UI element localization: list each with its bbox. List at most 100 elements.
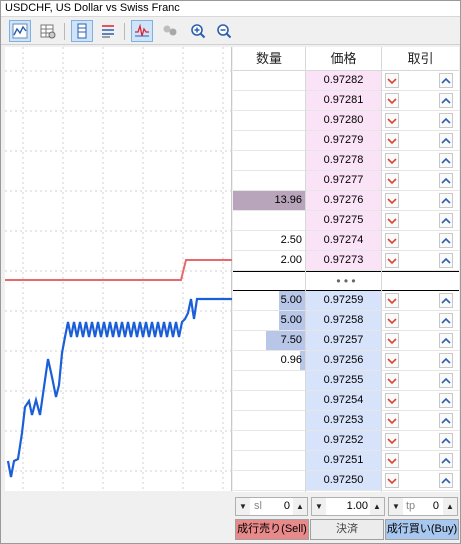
buy-limit-button[interactable]: [439, 253, 453, 268]
order-list-icon[interactable]: [97, 20, 119, 42]
sell-limit-button[interactable]: [385, 333, 399, 348]
sell-button[interactable]: 成行売り(Sell): [235, 519, 309, 540]
sl-spinbox[interactable]: ▼ sl 0 ▲: [235, 497, 308, 516]
chart-line-icon[interactable]: [9, 20, 31, 42]
bid-price: 0.97258: [306, 311, 381, 330]
tick-chart-icon[interactable]: [131, 20, 153, 42]
buy-limit-button[interactable]: [439, 413, 453, 428]
tp-increase-button[interactable]: ▲: [443, 498, 457, 515]
sell-limit-button[interactable]: [385, 173, 399, 188]
chevron-up-icon: [441, 397, 451, 404]
chevron-down-icon: [387, 77, 397, 84]
bid-price: 0.97256: [306, 351, 381, 370]
chevron-down-icon: [387, 357, 397, 364]
sl-value[interactable]: 0: [276, 498, 290, 515]
sell-limit-button[interactable]: [385, 253, 399, 268]
ask-row: 2.50 0.97274: [233, 231, 459, 251]
buy-limit-button[interactable]: [439, 193, 453, 208]
toolbar: [1, 18, 460, 45]
sell-limit-button[interactable]: [385, 373, 399, 388]
buy-button[interactable]: 成行買い(Buy): [385, 519, 459, 540]
buy-limit-button[interactable]: [439, 473, 453, 488]
chevron-up-icon: [441, 457, 451, 464]
sell-limit-button[interactable]: [385, 393, 399, 408]
header-price: 価格: [330, 51, 357, 66]
bid-volume: 0.96: [280, 354, 302, 366]
sell-limit-button[interactable]: [385, 313, 399, 328]
buy-limit-button[interactable]: [439, 373, 453, 388]
volume-increase-button[interactable]: ▲: [370, 498, 384, 515]
buy-limit-button[interactable]: [439, 333, 453, 348]
column-divider: [381, 47, 382, 492]
sl-increase-button[interactable]: ▲: [293, 498, 307, 515]
table-icon[interactable]: [37, 20, 59, 42]
ask-volume-cell: [233, 171, 305, 190]
sell-limit-button[interactable]: [385, 113, 399, 128]
buy-limit-button[interactable]: [439, 113, 453, 128]
volume-value[interactable]: 1.00: [327, 498, 370, 515]
buy-limit-button[interactable]: [439, 453, 453, 468]
ask-volume-cell: 2.50: [233, 231, 305, 250]
zoom-in-icon[interactable]: [187, 20, 209, 42]
sell-limit-button[interactable]: [385, 213, 399, 228]
ask-row: 0.97280: [233, 111, 459, 131]
book-column-icon[interactable]: [71, 20, 93, 42]
buy-limit-button[interactable]: [439, 153, 453, 168]
ask-volume-cell: [233, 211, 305, 230]
ask-volume-cell: [233, 151, 305, 170]
volume-decrease-button[interactable]: ▼: [312, 498, 326, 515]
buy-limit-button[interactable]: [439, 233, 453, 248]
bid-row: 7.50 0.97257: [233, 331, 459, 351]
buy-limit-button[interactable]: [439, 393, 453, 408]
circles-icon[interactable]: [159, 20, 181, 42]
sell-limit-button[interactable]: [385, 413, 399, 428]
buy-limit-button[interactable]: [439, 73, 453, 88]
sell-limit-button[interactable]: [385, 133, 399, 148]
buy-limit-button[interactable]: [439, 133, 453, 148]
buy-limit-button[interactable]: [439, 313, 453, 328]
zoom-out-icon[interactable]: [213, 20, 235, 42]
sell-limit-button[interactable]: [385, 353, 399, 368]
chevron-down-icon: [387, 97, 397, 104]
sell-limit-button[interactable]: [385, 233, 399, 248]
sell-limit-button[interactable]: [385, 93, 399, 108]
sell-limit-button[interactable]: [385, 433, 399, 448]
sl-decrease-button[interactable]: ▼: [236, 498, 250, 515]
ask-volume: 13.96: [274, 194, 302, 206]
tp-spinbox[interactable]: ▼ tp 0 ▲: [388, 497, 458, 516]
buy-limit-button[interactable]: [439, 93, 453, 108]
buy-limit-button[interactable]: [439, 353, 453, 368]
toolbar-separator: [64, 23, 65, 40]
tp-value[interactable]: 0: [425, 498, 439, 515]
bid-price: 0.97259: [306, 291, 381, 310]
sell-limit-button[interactable]: [385, 453, 399, 468]
bid-volume-cell: 0.96: [233, 351, 305, 370]
chevron-up-icon: [441, 437, 451, 444]
sl-placeholder: sl: [254, 500, 262, 512]
bid-row: 0.96 0.97256: [233, 351, 459, 371]
bid-price-line: [6, 297, 232, 478]
sell-limit-button[interactable]: [385, 153, 399, 168]
buy-limit-button[interactable]: [439, 213, 453, 228]
chevron-down-icon: [387, 437, 397, 444]
sell-limit-button[interactable]: [385, 473, 399, 488]
volume-spinbox[interactable]: ▼ 1.00 ▲: [311, 497, 385, 516]
chevron-down-icon: [387, 457, 397, 464]
ask-price: 0.97276: [306, 191, 381, 210]
ask-row: 13.96 0.97276: [233, 191, 459, 211]
ask-price: 0.97279: [306, 131, 381, 150]
bid-price: 0.97257: [306, 331, 381, 350]
close-position-button[interactable]: 決済: [310, 519, 384, 540]
bid-volume-cell: [233, 431, 305, 450]
buy-limit-button[interactable]: [439, 173, 453, 188]
tick-chart[interactable]: [5, 47, 232, 491]
bid-row: 0.97250: [233, 471, 459, 491]
buy-limit-button[interactable]: [439, 433, 453, 448]
sell-limit-button[interactable]: [385, 73, 399, 88]
sell-limit-button[interactable]: [385, 293, 399, 308]
chevron-down-icon: [387, 137, 397, 144]
sell-limit-button[interactable]: [385, 193, 399, 208]
buy-limit-button[interactable]: [439, 293, 453, 308]
tp-decrease-button[interactable]: ▼: [389, 498, 403, 515]
bid-volume-cell: 7.50: [233, 331, 305, 350]
